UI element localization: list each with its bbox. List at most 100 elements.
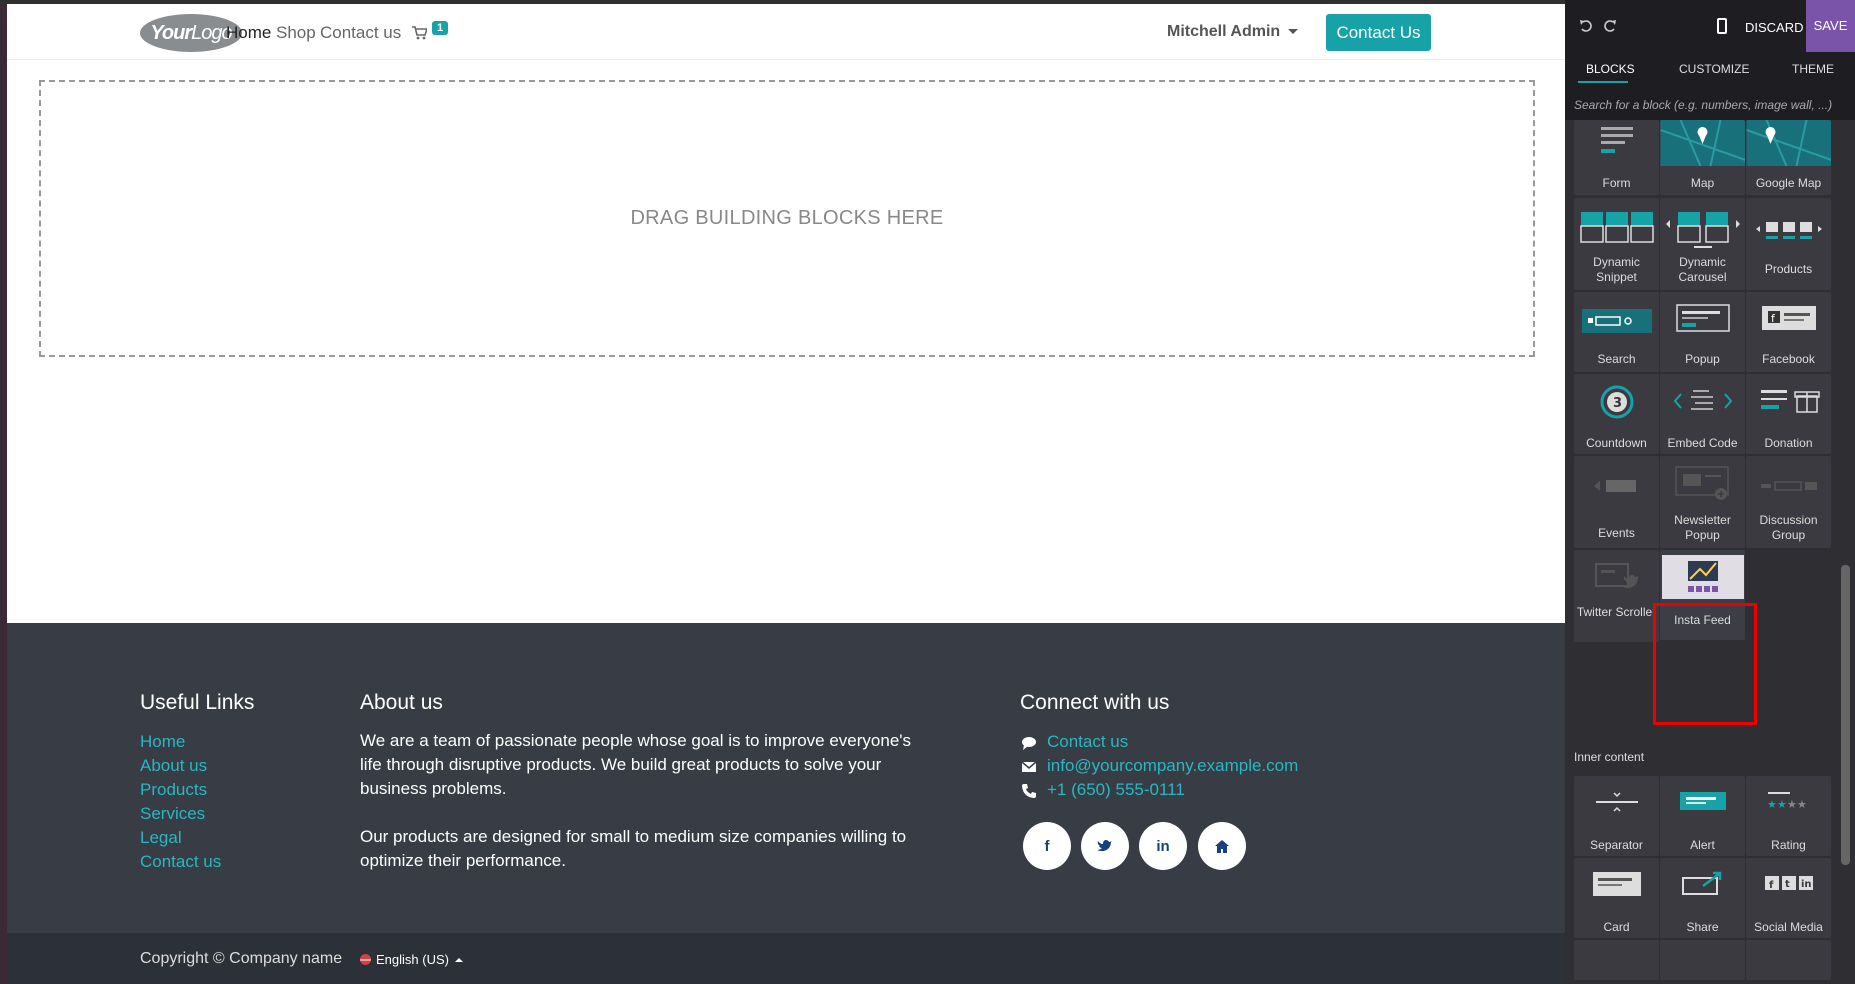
block-label: Twitter Scroller xyxy=(1576,605,1657,619)
language-selector[interactable]: English (US) xyxy=(360,952,463,967)
block-separator[interactable]: Separator xyxy=(1574,776,1659,856)
dynamic-carousel-icon xyxy=(1665,212,1740,248)
phone-icon xyxy=(1022,784,1036,798)
block-label: Donation xyxy=(1764,436,1813,450)
footer-link-legal[interactable]: Legal xyxy=(140,828,182,848)
block-map[interactable]: Map xyxy=(1660,120,1745,195)
block-label: Dynamic Snippet xyxy=(1593,255,1640,284)
cart-count-badge: 1 xyxy=(432,21,449,35)
chevron-down-icon xyxy=(1288,29,1299,35)
block-label: Google Map xyxy=(1755,176,1822,190)
footer-link-products[interactable]: Products xyxy=(140,780,207,800)
separator-icon xyxy=(1595,792,1638,812)
footer-link-about-us[interactable]: About us xyxy=(140,756,207,776)
window-gutter xyxy=(0,0,7,984)
about-line: We are a team of passionate people whose… xyxy=(360,731,912,750)
block-newsletter-popup[interactable]: Newsletter Popup xyxy=(1660,456,1745,548)
undo-icon[interactable] xyxy=(1578,18,1594,34)
footer-contact-link[interactable]: Contact us xyxy=(1047,732,1128,752)
discussion-group-icon xyxy=(1760,481,1817,491)
twitter-button[interactable] xyxy=(1081,822,1129,870)
footer-link-contact-us[interactable]: Contact us xyxy=(140,852,221,872)
drop-zone[interactable]: DRAG BUILDING BLOCKS HERE xyxy=(39,80,1535,357)
tab-customize[interactable]: CUSTOMIZE xyxy=(1679,62,1749,76)
block-popup[interactable]: Popup xyxy=(1660,292,1745,372)
donation-icon xyxy=(1760,390,1820,413)
block-label: Dynamic Carousel xyxy=(1678,255,1727,284)
contact-us-button[interactable]: Contact Us xyxy=(1326,14,1431,51)
block-countdown[interactable]: 3 Countdown xyxy=(1574,374,1659,454)
block-embed-code[interactable]: Embed Code xyxy=(1660,374,1745,454)
block-social-media[interactable]: f t in Social Media xyxy=(1746,858,1831,938)
tab-theme[interactable]: THEME xyxy=(1792,62,1834,76)
about-line: life through disruptive products. We bui… xyxy=(360,755,882,774)
panel-scrollbar[interactable] xyxy=(1841,565,1850,865)
block-partial[interactable] xyxy=(1660,940,1745,980)
share-icon xyxy=(1681,871,1721,895)
home-button[interactable] xyxy=(1198,822,1246,870)
block-google-map[interactable]: Google Map xyxy=(1746,120,1831,195)
redo-icon[interactable] xyxy=(1602,18,1618,34)
footer-email-link[interactable]: info@yourcompany.example.com xyxy=(1047,756,1298,776)
user-menu[interactable]: Mitchell Admin xyxy=(1167,23,1299,41)
inner-content-heading: Inner content xyxy=(1574,750,1645,764)
footer-link-services[interactable]: Services xyxy=(140,804,205,824)
cart-button[interactable]: 1 xyxy=(412,21,452,45)
block-label: Products xyxy=(1764,262,1813,276)
footer-link-home[interactable]: Home xyxy=(140,732,185,752)
block-partial[interactable] xyxy=(1746,940,1831,980)
envelope-icon xyxy=(1021,761,1037,772)
active-tab-indicator xyxy=(1578,81,1628,83)
facebook-button[interactable]: f xyxy=(1023,822,1071,870)
facebook-block-icon: f xyxy=(1761,306,1816,330)
block-search[interactable]: Search xyxy=(1574,292,1659,372)
about-us-paragraph-1: We are a team of passionate people whose… xyxy=(360,729,911,801)
insta-feed-icon xyxy=(1661,555,1744,599)
block-label: Newsletter Popup xyxy=(1674,513,1731,542)
home-icon xyxy=(1215,839,1229,853)
block-events[interactable]: Events xyxy=(1574,456,1659,548)
mobile-preview-icon[interactable] xyxy=(1717,18,1727,34)
nav-contact-us[interactable]: Contact us xyxy=(320,23,401,43)
svg-text:f: f xyxy=(1769,880,1774,891)
nav-shop[interactable]: Shop xyxy=(276,23,316,43)
editor-tabs: BLOCKS CUSTOMIZE THEME xyxy=(1565,54,1855,92)
facebook-icon: f xyxy=(1044,837,1050,855)
block-share[interactable]: Share xyxy=(1660,858,1745,938)
products-icon xyxy=(1755,222,1822,239)
block-discussion-group[interactable]: Discussion Group xyxy=(1746,456,1831,548)
block-search-input[interactable] xyxy=(1574,94,1846,116)
block-label: Alert xyxy=(1690,838,1715,852)
block-rating[interactable]: ★ ★ ★ ★ Rating xyxy=(1746,776,1831,856)
block-label: Form xyxy=(1602,176,1631,190)
nav-home[interactable]: Home xyxy=(226,23,271,43)
block-card[interactable]: Card xyxy=(1574,858,1659,938)
block-twitter-scroller[interactable]: Twitter Scroller xyxy=(1574,550,1659,642)
block-label: Share xyxy=(1686,920,1719,934)
svg-text:in: in xyxy=(1801,879,1812,890)
discard-button[interactable]: DISCARD xyxy=(1745,20,1804,35)
copyright-text: Copyright © Company name xyxy=(140,950,343,967)
block-form[interactable]: Form xyxy=(1574,120,1659,195)
alert-icon xyxy=(1679,792,1726,810)
block-label: Search xyxy=(1597,352,1636,366)
footer-phone-link[interactable]: +1 (650) 555-0111 xyxy=(1047,780,1185,800)
block-facebook[interactable]: f Facebook xyxy=(1746,292,1831,372)
svg-text:★: ★ xyxy=(1767,798,1777,811)
site-navbar: YourLogo Home Shop Contact us 1 Mitchell… xyxy=(7,4,1565,60)
about-line: optimize their performance. xyxy=(360,851,566,870)
about-line: business problems. xyxy=(360,779,507,798)
block-dynamic-snippet[interactable]: Dynamic Snippet xyxy=(1574,198,1659,290)
block-dynamic-carousel[interactable]: Dynamic Carousel xyxy=(1660,198,1745,290)
tab-blocks[interactable]: BLOCKS xyxy=(1586,62,1635,76)
block-products[interactable]: Products xyxy=(1746,198,1831,290)
block-partial[interactable] xyxy=(1574,940,1659,980)
newsletter-popup-icon xyxy=(1674,466,1729,500)
linkedin-button[interactable]: in xyxy=(1139,822,1187,870)
embed-code-icon xyxy=(1673,390,1732,410)
save-button[interactable]: SAVE xyxy=(1806,0,1855,52)
copyright-bar: Copyright © Company name English (US) xyxy=(7,933,1565,984)
block-alert[interactable]: Alert xyxy=(1660,776,1745,856)
google-map-icon xyxy=(1746,120,1831,166)
block-donation[interactable]: Donation xyxy=(1746,374,1831,454)
